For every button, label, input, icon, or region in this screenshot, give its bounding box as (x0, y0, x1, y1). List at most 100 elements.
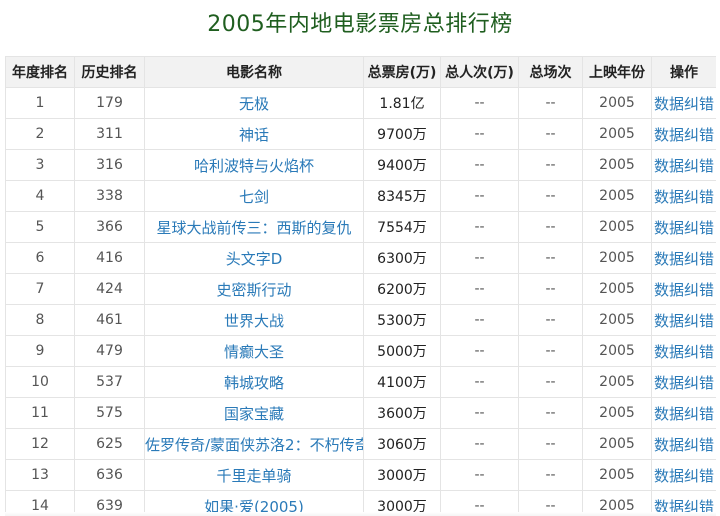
movie-link[interactable]: 佐罗传奇/蒙面侠苏洛2：不朽传奇 (146, 436, 363, 454)
movie-link[interactable]: 韩城攻略 (224, 374, 284, 392)
cell-release-year: 2005 (582, 242, 652, 274)
movie-link[interactable]: 千里走单骑 (216, 467, 291, 485)
cell-historical-rank: 636 (74, 459, 145, 491)
movie-link[interactable]: 世界大战 (224, 312, 284, 330)
cell-total-shows: -- (518, 87, 583, 119)
table-row: 10 537 韩城攻略 4100万 -- -- 2005 数据纠错 (5, 366, 716, 398)
cell-annual-rank: 7 (5, 273, 75, 305)
cell-release-year: 2005 (582, 149, 652, 181)
cell-action: 数据纠错 (651, 211, 716, 243)
cell-historical-rank: 416 (74, 242, 145, 274)
movie-link[interactable]: 哈利波特与火焰杯 (194, 157, 314, 175)
movie-link[interactable]: 国家宝藏 (224, 405, 284, 423)
cell-movie-name: 头文字D (144, 242, 364, 274)
cell-total-shows: -- (518, 304, 583, 336)
movie-link[interactable]: 无极 (239, 95, 269, 113)
cell-action: 数据纠错 (651, 335, 716, 367)
header-total-admissions: 总人次(万) (440, 56, 519, 88)
movie-link[interactable]: 神话 (239, 126, 269, 144)
cell-total-gross: 3000万 (363, 459, 441, 491)
cell-annual-rank: 8 (5, 304, 75, 336)
table-row: 7 424 史密斯行动 6200万 -- -- 2005 数据纠错 (5, 273, 716, 305)
data-correction-link[interactable]: 数据纠错 (654, 467, 714, 485)
cell-historical-rank: 316 (74, 149, 145, 181)
cell-annual-rank: 9 (5, 335, 75, 367)
table-row: 8 461 世界大战 5300万 -- -- 2005 数据纠错 (5, 304, 716, 336)
cell-action: 数据纠错 (651, 149, 716, 181)
cell-annual-rank: 4 (5, 180, 75, 212)
cell-total-gross: 9700万 (363, 118, 441, 150)
cell-historical-rank: 366 (74, 211, 145, 243)
cell-total-shows: -- (518, 211, 583, 243)
cell-movie-name: 韩城攻略 (144, 366, 364, 398)
data-correction-link[interactable]: 数据纠错 (654, 188, 714, 206)
header-action: 操作 (651, 56, 716, 88)
movie-link[interactable]: 情癫大圣 (224, 343, 284, 361)
page-bottom-edge (5, 512, 716, 516)
cell-movie-name: 星球大战前传三：西斯的复仇 (144, 211, 364, 243)
cell-historical-rank: 537 (74, 366, 145, 398)
movie-link[interactable]: 头文字D (226, 250, 283, 268)
cell-release-year: 2005 (582, 304, 652, 336)
cell-historical-rank: 479 (74, 335, 145, 367)
cell-total-admissions: -- (440, 87, 519, 119)
cell-annual-rank: 2 (5, 118, 75, 150)
cell-release-year: 2005 (582, 428, 652, 460)
cell-total-shows: -- (518, 149, 583, 181)
cell-total-shows: -- (518, 428, 583, 460)
cell-movie-name: 国家宝藏 (144, 397, 364, 429)
cell-total-shows: -- (518, 118, 583, 150)
cell-total-gross: 6200万 (363, 273, 441, 305)
cell-total-admissions: -- (440, 397, 519, 429)
cell-total-gross: 3600万 (363, 397, 441, 429)
cell-action: 数据纠错 (651, 242, 716, 274)
cell-total-shows: -- (518, 242, 583, 274)
cell-total-shows: -- (518, 459, 583, 491)
cell-annual-rank: 3 (5, 149, 75, 181)
table-row: 13 636 千里走单骑 3000万 -- -- 2005 数据纠错 (5, 459, 716, 491)
cell-release-year: 2005 (582, 211, 652, 243)
cell-total-gross: 5300万 (363, 304, 441, 336)
data-correction-link[interactable]: 数据纠错 (654, 281, 714, 299)
cell-annual-rank: 6 (5, 242, 75, 274)
data-correction-link[interactable]: 数据纠错 (654, 312, 714, 330)
cell-total-admissions: -- (440, 118, 519, 150)
cell-total-shows: -- (518, 273, 583, 305)
table-row: 3 316 哈利波特与火焰杯 9400万 -- -- 2005 数据纠错 (5, 149, 716, 181)
data-correction-link[interactable]: 数据纠错 (654, 95, 714, 113)
data-correction-link[interactable]: 数据纠错 (654, 126, 714, 144)
cell-action: 数据纠错 (651, 397, 716, 429)
cell-movie-name: 史密斯行动 (144, 273, 364, 305)
cell-total-gross: 1.81亿 (363, 87, 441, 119)
cell-total-admissions: -- (440, 428, 519, 460)
header-release-year: 上映年份 (582, 56, 652, 88)
cell-historical-rank: 625 (74, 428, 145, 460)
data-correction-link[interactable]: 数据纠错 (654, 219, 714, 237)
cell-total-admissions: -- (440, 335, 519, 367)
table-row: 12 625 佐罗传奇/蒙面侠苏洛2：不朽传奇 3060万 -- -- 2005 数据纠错 (5, 428, 716, 460)
movie-link[interactable]: 七剑 (239, 188, 269, 206)
cell-total-shows: -- (518, 366, 583, 398)
table-row: 4 338 七剑 8345万 -- -- 2005 数据纠错 (5, 180, 716, 212)
data-correction-link[interactable]: 数据纠错 (654, 405, 714, 423)
data-correction-link[interactable]: 数据纠错 (654, 343, 714, 361)
cell-total-gross: 6300万 (363, 242, 441, 274)
movie-link[interactable]: 星球大战前传三：西斯的复仇 (156, 219, 351, 237)
cell-release-year: 2005 (582, 459, 652, 491)
cell-total-admissions: -- (440, 304, 519, 336)
data-correction-link[interactable]: 数据纠错 (654, 157, 714, 175)
header-total-shows: 总场次 (518, 56, 583, 88)
data-correction-link[interactable]: 数据纠错 (654, 374, 714, 392)
table-row: 1 179 无极 1.81亿 -- -- 2005 数据纠错 (5, 87, 716, 119)
table-row: 9 479 情癫大圣 5000万 -- -- 2005 数据纠错 (5, 335, 716, 367)
data-correction-link[interactable]: 数据纠错 (654, 436, 714, 454)
cell-total-admissions: -- (440, 180, 519, 212)
table-row: 5 366 星球大战前传三：西斯的复仇 7554万 -- -- 2005 数据纠错 (5, 211, 716, 243)
data-correction-link[interactable]: 数据纠错 (654, 250, 714, 268)
movie-link[interactable]: 史密斯行动 (216, 281, 291, 299)
cell-total-admissions: -- (440, 273, 519, 305)
cell-total-gross: 7554万 (363, 211, 441, 243)
box-office-table-container: 年度排名 历史排名 电影名称 总票房(万) 总人次(万) 总场次 上映年份 操作… (5, 56, 716, 516)
cell-total-admissions: -- (440, 459, 519, 491)
cell-total-shows: -- (518, 397, 583, 429)
